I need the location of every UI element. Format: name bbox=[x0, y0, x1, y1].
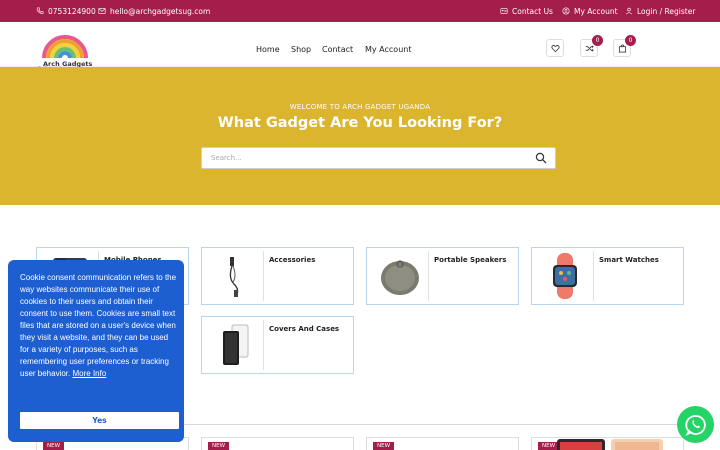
product-image bbox=[257, 446, 307, 450]
category-card-smart-watches[interactable]: Smart Watches bbox=[531, 247, 684, 305]
contact-card-icon bbox=[500, 8, 508, 14]
nav-contact[interactable]: Contact bbox=[322, 45, 353, 54]
new-badge: NEW bbox=[538, 442, 560, 450]
phone-link[interactable]: 0753124900 bbox=[36, 0, 96, 22]
search-input[interactable] bbox=[202, 148, 522, 168]
logo-rainbow-icon[interactable] bbox=[36, 20, 94, 60]
contact-us-link[interactable]: Contact Us bbox=[500, 0, 553, 22]
cookie-text: Cookie consent communication refers to t… bbox=[20, 273, 177, 378]
my-account-label: My Account bbox=[574, 6, 618, 16]
login-register-label: Login / Register bbox=[637, 6, 696, 16]
mail-icon bbox=[98, 8, 106, 14]
site-header bbox=[0, 22, 720, 67]
product-card[interactable]: NEW bbox=[201, 437, 354, 450]
whatsapp-icon bbox=[684, 414, 706, 436]
phone-number: 0753124900 bbox=[48, 6, 96, 16]
phone-icon bbox=[36, 7, 44, 14]
whatsapp-button[interactable] bbox=[677, 406, 714, 443]
product-card[interactable]: NEW bbox=[531, 437, 684, 450]
search-bar bbox=[201, 147, 556, 169]
cart-button[interactable]: 0 bbox=[613, 35, 636, 57]
heart-icon bbox=[550, 44, 560, 52]
accessories-image bbox=[206, 251, 264, 301]
new-badge: NEW bbox=[43, 442, 65, 450]
category-name: Accessories bbox=[269, 256, 316, 264]
nav-shop[interactable]: Shop bbox=[291, 45, 311, 54]
nav-my-account[interactable]: My Account bbox=[365, 45, 411, 54]
email-link[interactable]: hello@archgadgetsug.com bbox=[98, 0, 210, 22]
compare-button[interactable]: 0 bbox=[580, 35, 603, 57]
smart-watches-image bbox=[536, 251, 594, 301]
product-image bbox=[557, 439, 663, 450]
product-card[interactable]: NEW bbox=[366, 437, 519, 450]
nav-home[interactable]: Home bbox=[256, 45, 280, 54]
cookie-message: Cookie consent communication refers to t… bbox=[20, 272, 178, 380]
category-name: Portable Speakers bbox=[434, 256, 507, 264]
wishlist-button[interactable] bbox=[546, 39, 564, 57]
cookie-accept-button[interactable]: Yes bbox=[20, 412, 179, 429]
shopping-bag-icon bbox=[618, 43, 626, 53]
new-badge: NEW bbox=[208, 442, 230, 450]
category-card-covers-and-cases[interactable]: Covers And Cases bbox=[201, 316, 354, 374]
covers-and-cases-image bbox=[206, 320, 264, 370]
cookie-consent-popup: Cookie consent communication refers to t… bbox=[8, 260, 184, 442]
compare-count-badge: 0 bbox=[592, 35, 603, 46]
user-icon bbox=[625, 7, 633, 15]
email-address: hello@archgadgetsug.com bbox=[110, 6, 211, 16]
hero-title: What Gadget Are You Looking For? bbox=[217, 115, 503, 131]
new-badge: NEW bbox=[373, 442, 395, 450]
category-card-accessories[interactable]: Accessories bbox=[201, 247, 354, 305]
contact-us-label: Contact Us bbox=[512, 6, 553, 16]
shuffle-icon bbox=[585, 45, 594, 51]
my-account-link[interactable]: My Account bbox=[562, 0, 618, 22]
category-name: Smart Watches bbox=[599, 256, 659, 264]
top-bar: 0753124900 hello@archgadgetsug.com Conta… bbox=[0, 0, 720, 22]
search-icon[interactable] bbox=[535, 152, 547, 164]
cart-count-badge: 0 bbox=[625, 35, 636, 46]
category-card-portable-speakers[interactable]: Portable Speakers bbox=[366, 247, 519, 305]
hero-banner: WELCOME TO ARCH GADGET UGANDA What Gadge… bbox=[0, 67, 720, 205]
login-register-link[interactable]: Login / Register bbox=[625, 0, 695, 22]
user-circle-icon bbox=[562, 7, 570, 15]
more-info-link[interactable]: More Info bbox=[73, 369, 107, 378]
hero-eyebrow: WELCOME TO ARCH GADGET UGANDA bbox=[289, 103, 431, 111]
portable-speakers-image bbox=[371, 251, 429, 301]
category-name: Covers And Cases bbox=[269, 325, 340, 333]
